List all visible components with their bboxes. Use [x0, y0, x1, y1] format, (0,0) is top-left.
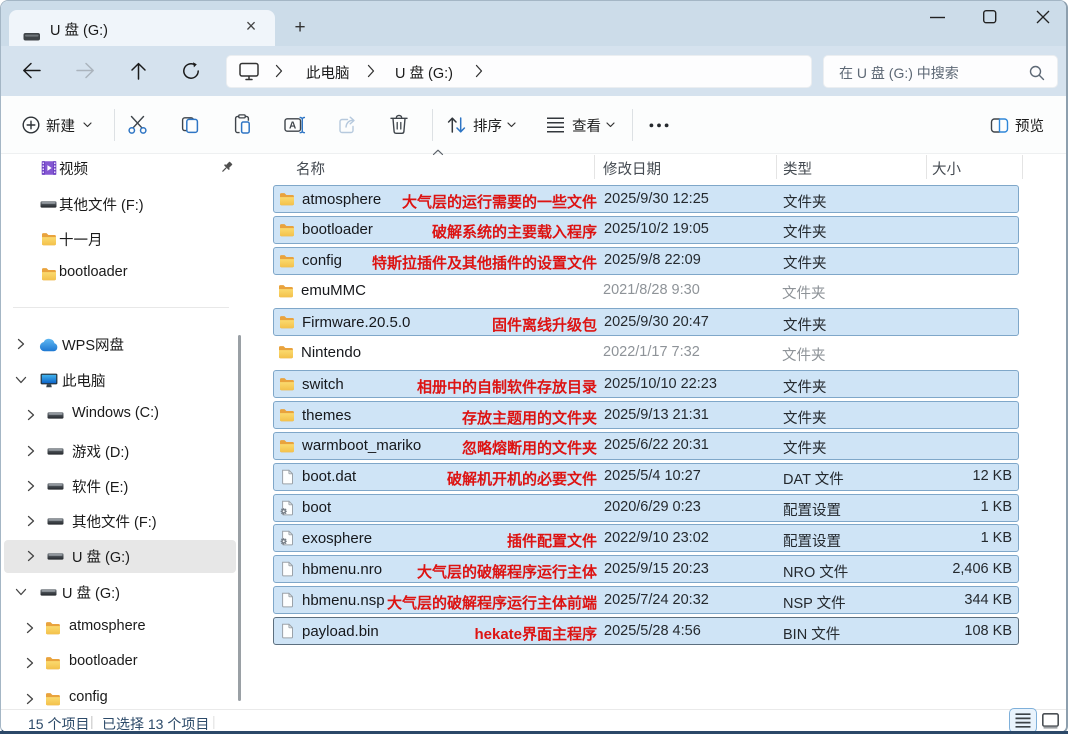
svg-text:A: A — [289, 121, 296, 132]
